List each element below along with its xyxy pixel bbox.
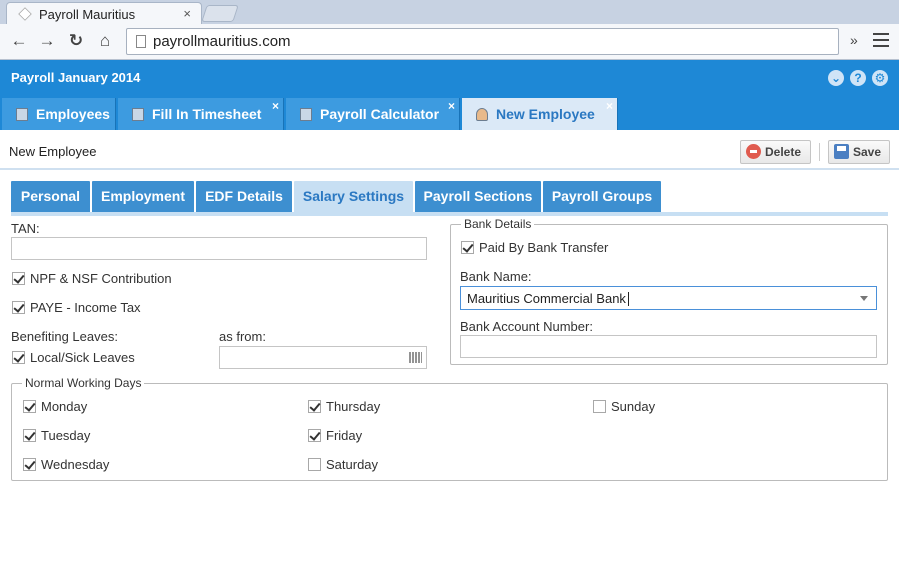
app-tabs: Employees Fill In Timesheet × Payroll Ca… — [0, 96, 899, 130]
tab-payroll-groups[interactable]: Payroll Groups — [543, 181, 661, 212]
local-sick-leaves-label: Local/Sick Leaves — [30, 350, 135, 365]
as-from-date-input[interactable] — [219, 346, 427, 369]
tab-payroll-sections[interactable]: Payroll Sections — [415, 181, 541, 212]
delete-label: Delete — [765, 145, 802, 159]
tan-input[interactable] — [11, 237, 427, 260]
paid-by-bank-transfer-label: Paid By Bank Transfer — [479, 240, 609, 255]
paid-by-bank-transfer-checkbox[interactable] — [461, 241, 474, 254]
help-icon[interactable]: ? — [850, 70, 866, 86]
save-button[interactable]: Save — [828, 140, 890, 164]
home-icon[interactable]: ⌂ — [94, 30, 116, 52]
tab-employment[interactable]: Employment — [92, 181, 194, 212]
sunday-label: Sunday — [611, 399, 656, 414]
user-icon — [476, 108, 488, 121]
save-label: Save — [853, 145, 882, 159]
tuesday-label: Tuesday — [41, 428, 91, 443]
browser-toolbar: ← → ↻ ⌂ payrollmauritius.com » — [0, 24, 899, 60]
saturday-label: Saturday — [326, 457, 379, 472]
browser-menu-icon[interactable] — [873, 33, 889, 47]
form-subtabs: Personal Employment EDF Details Salary S… — [11, 181, 888, 216]
tab-salary-settings[interactable]: Salary Settings — [294, 181, 413, 212]
address-url: payrollmauritius.com — [153, 33, 291, 50]
tab-label: Employees — [36, 106, 110, 122]
monday-checkbox[interactable] — [23, 400, 36, 413]
tab-new-employee[interactable]: New Employee × — [462, 98, 618, 130]
bank-details-legend: Bank Details — [464, 217, 532, 231]
back-icon[interactable]: ← — [8, 30, 30, 52]
bank-name-select[interactable]: Mauritius Commercial Bank — [460, 286, 877, 310]
bank-account-number-label: Bank Account Number: — [460, 319, 593, 334]
page-title: New Employee — [9, 144, 97, 159]
monday-label: Monday — [41, 399, 88, 414]
page-icon — [136, 35, 146, 48]
tuesday-checkbox[interactable] — [23, 429, 36, 442]
delete-icon — [746, 144, 761, 159]
app-title: Payroll January 2014 — [11, 70, 141, 85]
calculator-icon — [300, 108, 312, 121]
local-sick-leaves-checkbox[interactable] — [12, 351, 25, 364]
paye-checkbox[interactable] — [12, 301, 25, 314]
browser-tab-close-icon[interactable]: × — [183, 6, 191, 21]
save-icon — [834, 144, 849, 159]
gear-icon[interactable]: ⚙ — [872, 70, 888, 86]
calendar-icon[interactable] — [409, 352, 422, 363]
benefiting-leaves-label: Benefiting Leaves: — [11, 329, 118, 344]
thursday-label: Thursday — [326, 399, 381, 414]
toolbar-divider — [819, 143, 820, 161]
wednesday-label: Wednesday — [41, 457, 110, 472]
tab-payroll-calculator[interactable]: Payroll Calculator × — [286, 98, 460, 130]
browser-tab[interactable]: Payroll Mauritius × — [6, 2, 202, 26]
bank-name-label: Bank Name: — [460, 269, 532, 284]
address-bar[interactable]: payrollmauritius.com — [126, 28, 839, 55]
tan-label: TAN: — [11, 221, 40, 236]
chevron-down-icon[interactable] — [860, 296, 868, 301]
paye-label: PAYE - Income Tax — [30, 300, 141, 315]
working-days-group: Normal Working Days — [11, 376, 888, 481]
tab-employees[interactable]: Employees — [2, 98, 116, 130]
new-tab-button[interactable] — [201, 5, 239, 22]
tab-label: New Employee — [496, 106, 595, 122]
forward-icon[interactable]: → — [36, 30, 58, 52]
timesheet-icon — [132, 108, 144, 121]
tab-fill-in-timesheet[interactable]: Fill In Timesheet × — [118, 98, 284, 130]
tab-label: Payroll Calculator — [320, 106, 440, 122]
saturday-checkbox[interactable] — [308, 458, 321, 471]
working-days-legend: Normal Working Days — [25, 376, 142, 390]
npf-nsf-checkbox[interactable] — [12, 272, 25, 285]
browser-tab-title: Payroll Mauritius — [39, 7, 136, 22]
bank-account-number-input[interactable] — [460, 335, 877, 358]
close-icon[interactable]: × — [606, 90, 613, 122]
friday-checkbox[interactable] — [308, 429, 321, 442]
tab-personal[interactable]: Personal — [11, 181, 90, 212]
page-favicon-icon — [18, 7, 32, 21]
tab-label: Fill In Timesheet — [152, 106, 262, 122]
sunday-checkbox[interactable] — [593, 400, 606, 413]
thursday-checkbox[interactable] — [308, 400, 321, 413]
close-icon[interactable]: × — [272, 90, 279, 122]
employees-icon — [16, 108, 28, 121]
extensions-overflow-icon[interactable]: » — [850, 32, 858, 48]
browser-chrome: Payroll Mauritius × ← → ↻ ⌂ payrollmauri… — [0, 0, 899, 60]
npf-nsf-label: NPF & NSF Contribution — [30, 271, 172, 286]
reload-icon[interactable]: ↻ — [65, 30, 87, 52]
tab-edf-details[interactable]: EDF Details — [196, 181, 292, 212]
form-toolbar: New Employee Delete Save — [0, 130, 899, 170]
delete-button[interactable]: Delete — [740, 140, 811, 164]
close-icon[interactable]: × — [448, 90, 455, 122]
wednesday-checkbox[interactable] — [23, 458, 36, 471]
friday-label: Friday — [326, 428, 363, 443]
chevron-down-icon[interactable]: ⌄ — [828, 70, 844, 86]
as-from-label: as from: — [219, 329, 266, 344]
bank-name-value: Mauritius Commercial Bank — [467, 291, 626, 306]
text-cursor — [628, 292, 629, 306]
